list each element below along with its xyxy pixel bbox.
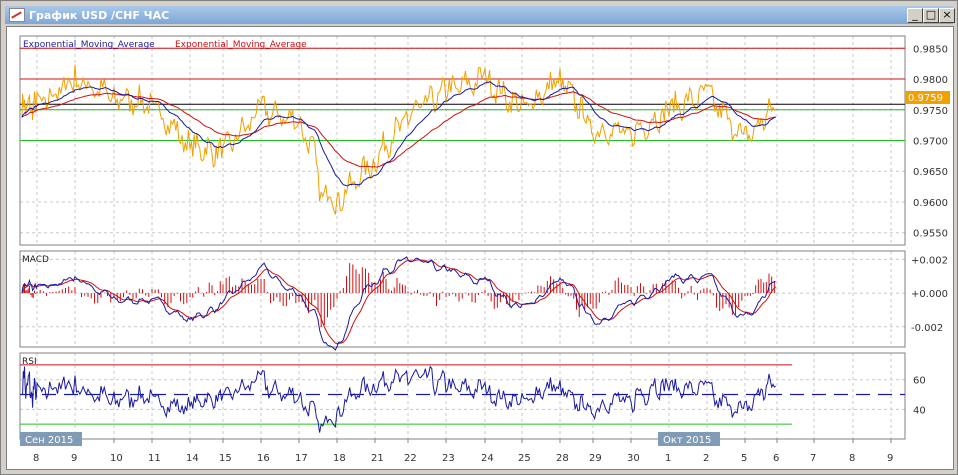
legend-ema-fast: Exponential_Moving_Average bbox=[23, 40, 155, 50]
window-title: График USD /CHF ЧАС bbox=[29, 8, 170, 22]
x-axis-label: 25 bbox=[518, 453, 531, 464]
x-axis-label: 7 bbox=[810, 453, 816, 464]
y-axis-label: 0.9550 bbox=[913, 229, 948, 240]
macd-signal-line bbox=[21, 259, 777, 345]
x-axis-label: 15 bbox=[219, 453, 232, 464]
month-label: Окт 2015 bbox=[663, 435, 711, 446]
y-axis-label: 0.9800 bbox=[913, 75, 948, 86]
x-axis-label: 17 bbox=[295, 453, 308, 464]
title-bar[interactable]: График USD /CHF ЧАС _ □ × bbox=[5, 6, 955, 24]
rsi-line bbox=[22, 365, 777, 433]
rsi-axis-label: 60 bbox=[913, 376, 926, 387]
y-axis-label: 0.9750 bbox=[913, 106, 948, 117]
macd-label: MACD bbox=[22, 255, 49, 265]
y-axis-label: 0.9650 bbox=[913, 167, 948, 178]
x-axis-label: 10 bbox=[110, 453, 123, 464]
macd-axis-label: +0.002 bbox=[911, 255, 948, 266]
y-axis-label: 0.9700 bbox=[913, 137, 948, 148]
x-axis-label: 23 bbox=[442, 453, 455, 464]
x-axis-label: 6 bbox=[773, 453, 779, 464]
ema-slow-line bbox=[21, 91, 776, 168]
x-axis-label: 29 bbox=[589, 453, 602, 464]
rsi-panel-frame bbox=[19, 352, 906, 440]
x-axis-label: 16 bbox=[257, 453, 270, 464]
chart-svg[interactable]: Exponential_Moving_Average Exponential_M… bbox=[7, 27, 953, 469]
y-axis-label: 0.9600 bbox=[913, 198, 948, 209]
chart-icon bbox=[9, 8, 25, 22]
x-axis-label: 24 bbox=[481, 453, 494, 464]
rsi-label: RSI bbox=[22, 357, 37, 367]
close-button[interactable]: × bbox=[939, 8, 955, 23]
chart-area[interactable]: Exponential_Moving_Average Exponential_M… bbox=[6, 26, 954, 470]
x-axis-label: 9 bbox=[71, 453, 77, 464]
legend-ema-slow: Exponential_Moving_Average bbox=[175, 40, 307, 50]
macd-line bbox=[21, 256, 776, 351]
x-axis-label: 5 bbox=[741, 453, 747, 464]
maximize-button[interactable]: □ bbox=[923, 8, 939, 23]
minimize-button[interactable]: _ bbox=[907, 8, 923, 23]
y-axis-label: 0.9850 bbox=[913, 44, 948, 55]
current-price-label: 0.9759 bbox=[908, 93, 943, 104]
x-axis-label: 28 bbox=[556, 453, 569, 464]
x-axis-label: 30 bbox=[627, 453, 640, 464]
price-line bbox=[21, 64, 777, 215]
x-axis-label: 22 bbox=[404, 453, 417, 464]
x-axis-label: 11 bbox=[148, 453, 161, 464]
x-axis-label: 8 bbox=[33, 453, 39, 464]
x-axis-label: 14 bbox=[186, 453, 199, 464]
x-axis-label: 21 bbox=[371, 453, 384, 464]
x-axis-label: 9 bbox=[887, 453, 893, 464]
chart-window: График USD /CHF ЧАС _ □ × Exponential_Mo… bbox=[0, 0, 958, 475]
x-axis-label: 8 bbox=[849, 453, 855, 464]
x-axis-label: 18 bbox=[333, 453, 346, 464]
rsi-axis-label: 40 bbox=[913, 405, 926, 416]
x-axis-label: 2 bbox=[703, 453, 709, 464]
macd-axis-label: +0.000 bbox=[911, 289, 948, 300]
ema-fast-line bbox=[21, 80, 776, 187]
x-axis-label: 1 bbox=[665, 453, 671, 464]
month-label: Сен 2015 bbox=[25, 435, 73, 446]
macd-axis-label: -0.002 bbox=[911, 323, 943, 334]
